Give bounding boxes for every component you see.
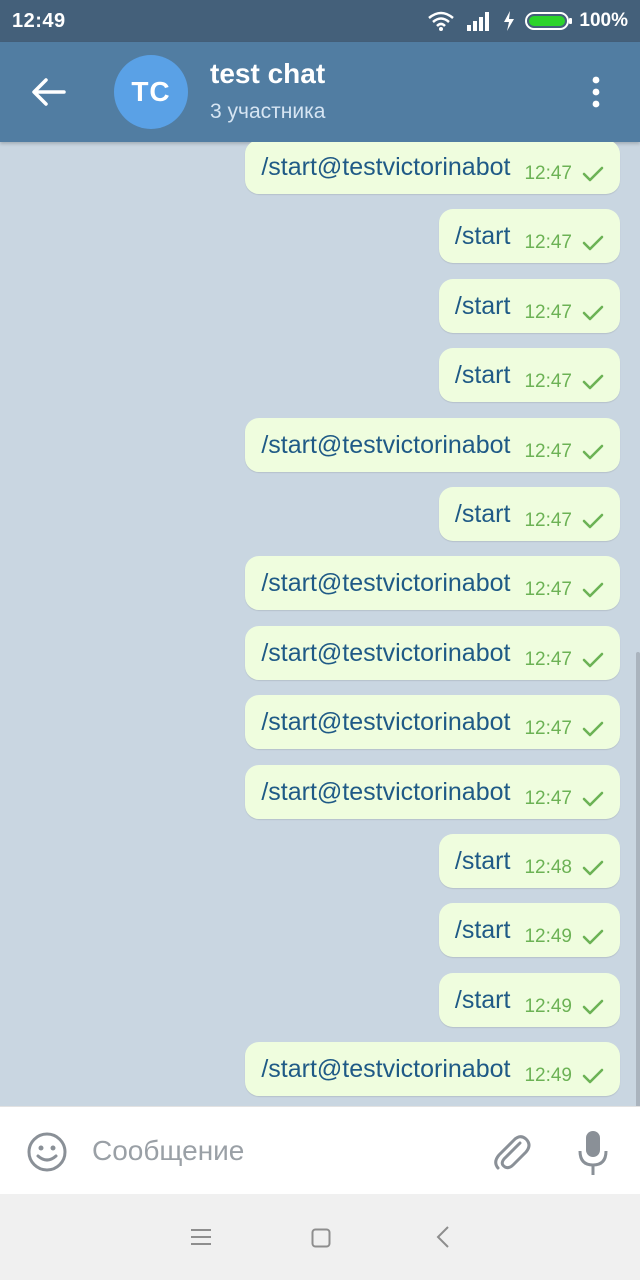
chat-avatar[interactable]: TC bbox=[114, 55, 188, 129]
message-bubble[interactable]: /start@testvictorinabot 12:47 bbox=[245, 556, 620, 610]
chat-title[interactable]: test chat bbox=[210, 58, 325, 90]
battery-icon bbox=[525, 12, 573, 30]
message-text[interactable]: /start@testvictorinabot bbox=[261, 778, 510, 807]
message-meta: 12:47 bbox=[524, 510, 604, 532]
message-bubble[interactable]: /start@testvictorinabot 12:47 bbox=[245, 695, 620, 749]
check-icon bbox=[582, 166, 604, 182]
message-bubble[interactable]: /start 12:49 bbox=[438, 973, 620, 1027]
message-bubble[interactable]: /start 12:47 bbox=[438, 279, 620, 333]
check-icon bbox=[582, 791, 604, 807]
message-bubble[interactable]: /start 12:49 bbox=[438, 903, 620, 957]
check-icon bbox=[582, 929, 604, 945]
message-text[interactable]: /start bbox=[455, 847, 511, 876]
message-meta: 12:49 bbox=[524, 996, 604, 1018]
message-time: 12:47 bbox=[524, 441, 572, 462]
check-icon bbox=[582, 860, 604, 876]
status-time: 12:49 bbox=[12, 9, 66, 32]
message-time: 12:49 bbox=[524, 1065, 572, 1086]
message-text[interactable]: /start@testvictorinabot bbox=[261, 153, 510, 182]
message-meta: 12:47 bbox=[524, 788, 604, 810]
check-icon bbox=[582, 305, 604, 321]
more-menu-icon[interactable] bbox=[586, 74, 606, 110]
status-bar: 12:49 100% bbox=[0, 0, 640, 42]
message-time: 12:47 bbox=[524, 302, 572, 323]
message-meta: 12:47 bbox=[524, 579, 604, 601]
message-bubble[interactable]: /start@testvictorinabot 12:49 bbox=[245, 1042, 620, 1096]
message-bubble[interactable]: /start 12:47 bbox=[438, 348, 620, 402]
message-text[interactable]: /start bbox=[455, 292, 511, 321]
nav-home-icon[interactable] bbox=[311, 1228, 331, 1248]
message-time: 12:49 bbox=[524, 996, 572, 1017]
message-meta: 12:47 bbox=[524, 371, 604, 393]
message-bubble[interactable]: /start 12:47 bbox=[438, 209, 620, 263]
message-text[interactable]: /start@testvictorinabot bbox=[261, 1055, 510, 1084]
message-meta: 12:47 bbox=[524, 718, 604, 740]
message-text[interactable]: /start@testvictorinabot bbox=[261, 431, 510, 460]
message-time: 12:47 bbox=[524, 649, 572, 670]
message-time: 12:47 bbox=[524, 371, 572, 392]
chat-subtitle: 3 участника bbox=[210, 100, 326, 123]
message-text[interactable]: /start bbox=[455, 500, 511, 529]
message-meta: 12:47 bbox=[524, 302, 604, 324]
message-time: 12:47 bbox=[524, 788, 572, 809]
status-icons: 100% bbox=[427, 10, 628, 32]
message-text[interactable]: /start bbox=[455, 916, 511, 945]
message-time: 12:47 bbox=[524, 163, 572, 184]
message-meta: 12:47 bbox=[524, 441, 604, 463]
message-time: 12:49 bbox=[524, 926, 572, 947]
back-arrow-icon[interactable] bbox=[30, 76, 66, 108]
signal-icon bbox=[467, 12, 490, 31]
check-icon bbox=[582, 235, 604, 251]
message-text[interactable]: /start@testvictorinabot bbox=[261, 639, 510, 668]
emoji-icon[interactable] bbox=[26, 1131, 68, 1173]
message-text[interactable]: /start bbox=[455, 361, 511, 390]
nav-menu-icon[interactable] bbox=[190, 1228, 212, 1246]
check-icon bbox=[582, 444, 604, 460]
message-text[interactable]: /start@testvictorinabot bbox=[261, 708, 510, 737]
check-icon bbox=[582, 374, 604, 390]
message-input[interactable]: Сообщение bbox=[92, 1135, 244, 1167]
attach-icon[interactable] bbox=[490, 1131, 532, 1175]
message-bubble[interactable]: /start@testvictorinabot 12:47 bbox=[245, 418, 620, 472]
message-meta: 12:47 bbox=[524, 649, 604, 671]
message-time: 12:47 bbox=[524, 579, 572, 600]
message-text[interactable]: /start bbox=[455, 222, 511, 251]
message-meta: 12:47 bbox=[524, 163, 604, 185]
message-bubble[interactable]: /start@testvictorinabot 12:47 bbox=[245, 142, 620, 194]
message-bubble[interactable]: /start@testvictorinabot 12:47 bbox=[245, 765, 620, 819]
message-text[interactable]: /start@testvictorinabot bbox=[261, 569, 510, 598]
message-time: 12:47 bbox=[524, 510, 572, 531]
mic-icon[interactable] bbox=[576, 1129, 610, 1177]
check-icon bbox=[582, 513, 604, 529]
message-text[interactable]: /start bbox=[455, 986, 511, 1015]
message-bubble[interactable]: /start 12:48 bbox=[438, 834, 620, 888]
check-icon bbox=[582, 721, 604, 737]
check-icon bbox=[582, 999, 604, 1015]
check-icon bbox=[582, 582, 604, 598]
message-list[interactable]: /start@testvictorinabot 12:47/start 12:47/… bbox=[0, 142, 640, 1106]
check-icon bbox=[582, 1068, 604, 1084]
charging-icon bbox=[504, 11, 515, 31]
message-meta: 12:49 bbox=[524, 1065, 604, 1087]
message-meta: 12:48 bbox=[524, 857, 604, 879]
nav-back-icon[interactable] bbox=[436, 1226, 450, 1248]
scrollbar[interactable] bbox=[636, 652, 640, 1106]
message-time: 12:48 bbox=[524, 857, 572, 878]
message-time: 12:47 bbox=[524, 718, 572, 739]
battery-percent: 100% bbox=[579, 10, 628, 31]
message-time: 12:47 bbox=[524, 232, 572, 253]
message-meta: 12:49 bbox=[524, 926, 604, 948]
chat-header: TC test chat 3 участника bbox=[0, 42, 640, 142]
message-bubble[interactable]: /start 12:47 bbox=[438, 487, 620, 541]
check-icon bbox=[582, 652, 604, 668]
message-meta: 12:47 bbox=[524, 232, 604, 254]
message-bubble[interactable]: /start@testvictorinabot 12:47 bbox=[245, 626, 620, 680]
wifi-icon bbox=[428, 11, 455, 31]
message-input-bar: Сообщение bbox=[0, 1106, 640, 1194]
